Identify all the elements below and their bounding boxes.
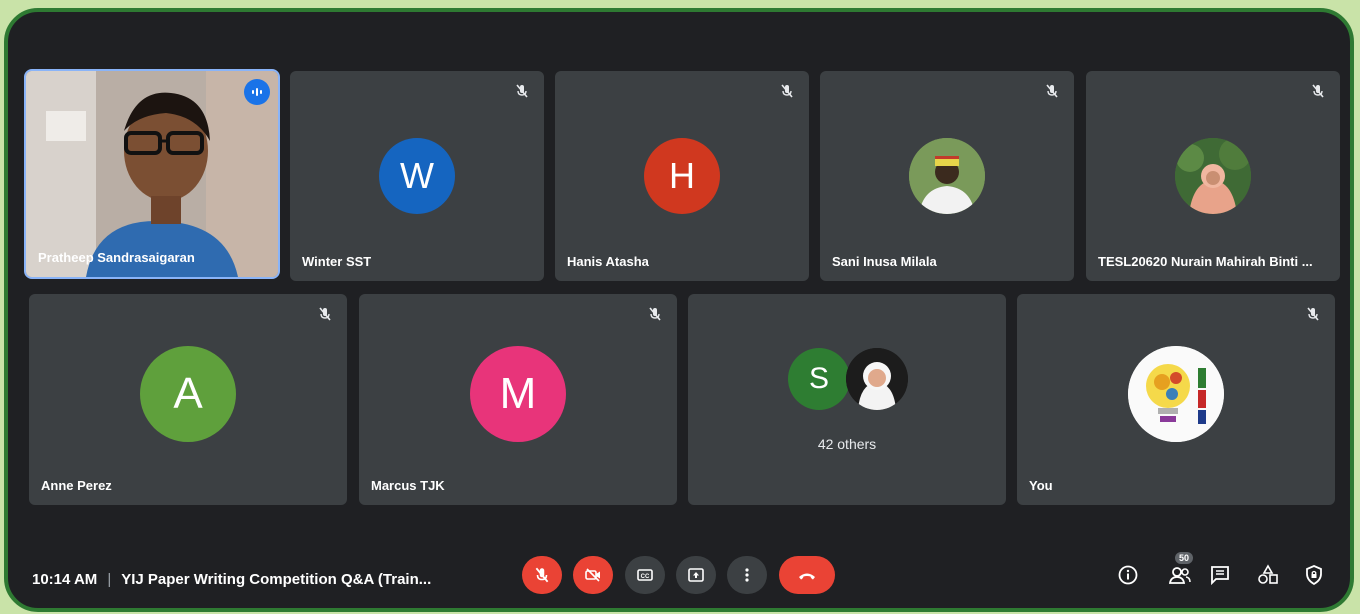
participant-avatar: M [470, 345, 566, 442]
more-vertical-icon [745, 568, 749, 582]
meeting-details-button[interactable] [1115, 562, 1141, 588]
others-tile[interactable]: S 42 others [688, 294, 1006, 505]
speaking-indicator-icon [244, 79, 270, 105]
participant-name: Winter SST [302, 254, 372, 269]
participant-avatar: S [788, 348, 850, 410]
mic-off-icon [313, 302, 337, 326]
participant-photo [1175, 138, 1251, 214]
participant-tile-sani-inusa-milala[interactable]: Sani Inusa Milala [820, 71, 1074, 281]
divider: | [107, 571, 112, 588]
participant-tile-you[interactable]: You [1017, 294, 1335, 505]
participant-name: Marcus TJK [371, 478, 445, 493]
hang-up-icon [799, 573, 815, 580]
people-button[interactable]: 50 [1167, 552, 1193, 588]
meeting-title: YIJ Paper Writing Competition Q&A (Train… [121, 571, 432, 588]
mic-off-icon [535, 567, 549, 583]
mic-off-icon [775, 79, 799, 103]
camera-toggle-button[interactable] [573, 556, 613, 594]
participant-tile-anne-perez[interactable]: A Anne Perez [29, 294, 347, 505]
mic-off-icon [510, 79, 534, 103]
participant-tile-pratheep[interactable]: Pratheep Sandrasaigaran [24, 69, 280, 279]
others-count-label: 42 others [817, 436, 877, 452]
mic-off-icon [643, 302, 667, 326]
participant-tile-winter-sst[interactable]: W Winter SST [290, 71, 544, 281]
meeting-time: 10:14 AM [32, 571, 98, 588]
participant-name: Sani Inusa Milala [832, 254, 937, 269]
people-count-badge: 50 [1175, 552, 1193, 564]
avatar-initial: A [173, 368, 203, 418]
mic-off-icon [1306, 79, 1330, 103]
activities-button[interactable] [1255, 562, 1281, 588]
closed-captions-icon: CC [637, 569, 653, 581]
meeting-info: 10:14 AM | YIJ Paper Writing Competition… [32, 571, 431, 588]
camera-off-icon [585, 568, 600, 582]
participant-name: Anne Perez [41, 478, 112, 493]
participant-tile-hanis-atasha[interactable]: H Hanis Atasha [555, 71, 809, 281]
avatar-initial: W [400, 155, 434, 196]
participant-name: You [1029, 478, 1053, 493]
people-icon [1168, 567, 1191, 584]
participant-name: TESL20620 Nurain Mahirah Binti ... [1098, 254, 1313, 269]
captions-button[interactable]: CC [625, 556, 665, 594]
shield-lock-icon [1306, 565, 1322, 586]
more-options-button[interactable] [727, 556, 767, 594]
chat-button[interactable] [1207, 562, 1233, 588]
mic-off-icon [1301, 302, 1325, 326]
avatar-initial: H [669, 155, 695, 196]
present-screen-button[interactable] [676, 556, 716, 594]
participant-avatar: W [379, 138, 455, 214]
participant-avatar: H [644, 138, 720, 214]
info-icon [1118, 565, 1138, 585]
host-controls-button[interactable] [1301, 562, 1327, 588]
meet-window: Pratheep Sandrasaigaran W Winter SST H H… [4, 8, 1354, 612]
avatar-initial: M [499, 368, 537, 418]
mic-toggle-button[interactable] [522, 556, 562, 594]
participant-video [26, 71, 278, 277]
present-icon [688, 568, 704, 582]
mic-off-icon [1040, 79, 1064, 103]
avatar-initial: S [808, 362, 829, 395]
participant-tile-tesl20620-nurain[interactable]: TESL20620 Nurain Mahirah Binti ... [1086, 71, 1340, 281]
svg-text:CC: CC [641, 574, 650, 580]
participant-name: Hanis Atasha [567, 254, 649, 269]
participant-photo [846, 348, 908, 410]
participant-name: Pratheep Sandrasaigaran [38, 250, 195, 265]
participant-avatar: A [140, 345, 236, 442]
participant-tile-marcus-tjk[interactable]: M Marcus TJK [359, 294, 677, 505]
leave-call-button[interactable] [779, 556, 835, 594]
shapes-icon [1258, 564, 1278, 584]
lightbulb-logo-avatar [1128, 345, 1224, 442]
participant-photo [909, 138, 985, 214]
chat-icon [1211, 566, 1229, 586]
